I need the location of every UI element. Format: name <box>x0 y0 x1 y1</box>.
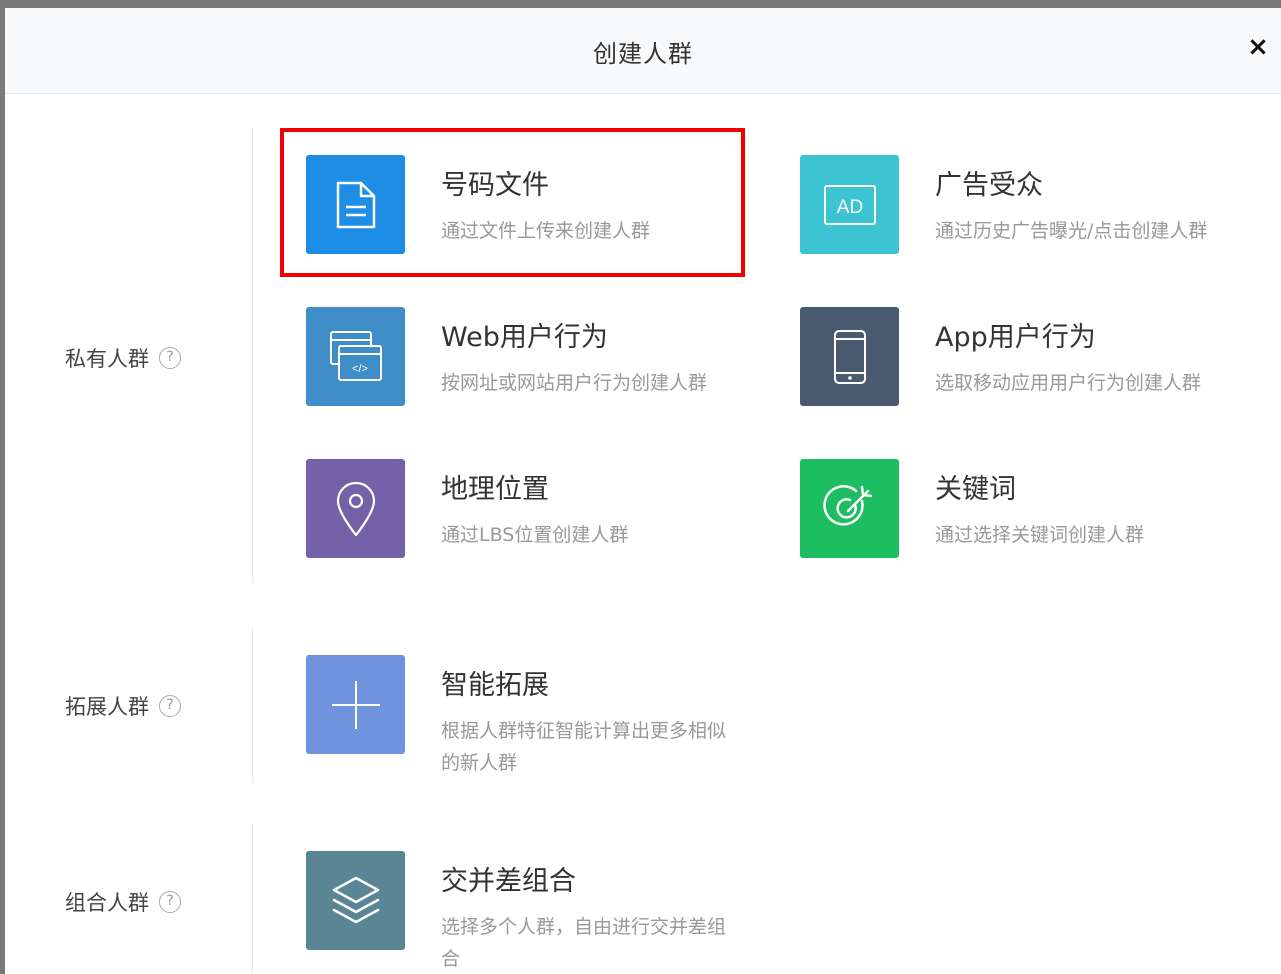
dialog-header: 创建人群 × <box>5 8 1281 94</box>
card-description: 通过LBS位置创建人群 <box>441 524 629 546</box>
highlight-box <box>280 128 745 277</box>
dialog-title: 创建人群 <box>593 40 693 68</box>
section-label-private: 私有人群 ? <box>65 343 181 373</box>
card-set-combine[interactable]: 交并差组合 选择多个人群，自由进行交并差组合 <box>306 851 746 971</box>
section-label-private-text: 私有人群 <box>65 347 149 371</box>
code-icon-text: </> <box>352 363 368 375</box>
card-title: 智能拓展 <box>441 670 549 701</box>
card-description: 通过选择关键词创建人群 <box>935 524 1145 546</box>
card-title: App用户行为 <box>935 322 1096 353</box>
card-title: 交并差组合 <box>441 866 576 897</box>
card-keyword[interactable]: 关键词 通过选择关键词创建人群 <box>800 459 1240 559</box>
map-pin-icon <box>306 459 405 558</box>
card-ad-audience[interactable]: AD 广告受众 通过历史广告曝光/点击创建人群 <box>800 155 1240 255</box>
help-icon[interactable]: ? <box>159 695 181 717</box>
card-app-behavior[interactable]: App用户行为 选取移动应用用户行为创建人群 <box>800 307 1240 407</box>
card-description: 选择多个人群，自由进行交并差组合 <box>441 916 727 970</box>
card-description: 根据人群特征智能计算出更多相似的新人群 <box>441 720 727 774</box>
card-title: Web用户行为 <box>441 322 608 353</box>
layers-icon <box>306 851 405 950</box>
card-title: 广告受众 <box>935 170 1043 201</box>
plus-icon <box>306 655 405 754</box>
help-icon[interactable]: ? <box>159 891 181 913</box>
ad-icon-text: AD <box>836 197 862 218</box>
target-icon <box>800 459 899 558</box>
section-divider <box>252 128 253 583</box>
card-geo-location[interactable]: 地理位置 通过LBS位置创建人群 <box>306 459 746 559</box>
ad-icon: AD <box>800 155 899 254</box>
browser-code-icon: </> <box>306 307 405 406</box>
mobile-phone-icon <box>800 307 899 406</box>
section-label-combine: 组合人群 ? <box>65 887 181 917</box>
card-web-behavior[interactable]: </> Web用户行为 按网址或网站用户行为创建人群 <box>306 307 746 407</box>
section-label-combine-text: 组合人群 <box>65 891 149 915</box>
card-smart-expand[interactable]: 智能拓展 根据人群特征智能计算出更多相似的新人群 <box>306 655 746 785</box>
create-audience-dialog: 创建人群 × 私有人群 ? 拓展人群 ? 组合人群 ? 号码文件 通过文件上传来… <box>5 8 1281 974</box>
section-divider <box>252 823 253 974</box>
card-title: 关键词 <box>935 474 1016 505</box>
section-label-expand: 拓展人群 ? <box>65 691 181 721</box>
section-divider <box>252 628 253 783</box>
card-description: 选取移动应用用户行为创建人群 <box>935 372 1202 394</box>
section-label-expand-text: 拓展人群 <box>65 695 149 719</box>
help-icon[interactable]: ? <box>159 347 181 369</box>
card-description: 按网址或网站用户行为创建人群 <box>441 372 708 394</box>
card-title: 地理位置 <box>441 474 549 505</box>
card-description: 通过历史广告曝光/点击创建人群 <box>935 220 1208 242</box>
close-button[interactable]: × <box>1243 32 1273 62</box>
